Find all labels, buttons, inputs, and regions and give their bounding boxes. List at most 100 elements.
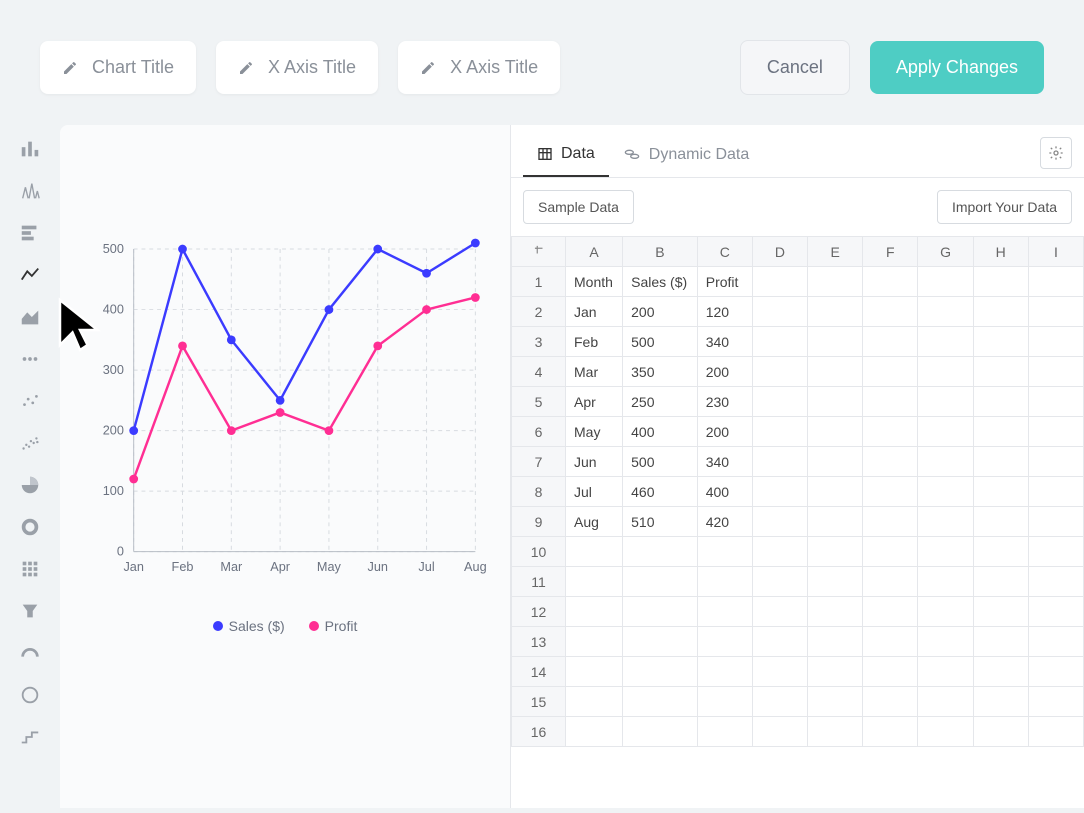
cell[interactable]: [808, 537, 863, 567]
cell[interactable]: [752, 627, 807, 657]
cell[interactable]: 420: [697, 507, 752, 537]
cell[interactable]: [863, 567, 918, 597]
cell[interactable]: [623, 627, 698, 657]
cell[interactable]: [752, 327, 807, 357]
row-header[interactable]: 2: [512, 297, 566, 327]
cell[interactable]: 340: [697, 447, 752, 477]
row-header[interactable]: 11: [512, 567, 566, 597]
cell[interactable]: [918, 657, 973, 687]
cell[interactable]: [697, 717, 752, 747]
cell[interactable]: [973, 327, 1028, 357]
cell[interactable]: [697, 657, 752, 687]
column-header[interactable]: E: [808, 237, 863, 267]
cell[interactable]: [973, 447, 1028, 477]
cell[interactable]: [752, 297, 807, 327]
column-header[interactable]: A: [566, 237, 623, 267]
circle-icon[interactable]: [16, 681, 44, 709]
cell[interactable]: 500: [623, 327, 698, 357]
cell[interactable]: [697, 627, 752, 657]
column-header[interactable]: D: [752, 237, 807, 267]
cell[interactable]: [863, 327, 918, 357]
sample-data-button[interactable]: Sample Data: [523, 190, 634, 224]
cell[interactable]: [1028, 537, 1083, 567]
cell[interactable]: May: [566, 417, 623, 447]
cell[interactable]: [697, 687, 752, 717]
cell[interactable]: [863, 597, 918, 627]
cell[interactable]: 510: [623, 507, 698, 537]
cell[interactable]: 400: [697, 477, 752, 507]
gauge-icon[interactable]: [16, 639, 44, 667]
cell[interactable]: [1028, 627, 1083, 657]
cell[interactable]: [752, 267, 807, 297]
cell[interactable]: 230: [697, 387, 752, 417]
line-chart-icon[interactable]: [16, 261, 44, 289]
cell[interactable]: [752, 657, 807, 687]
row-header[interactable]: 12: [512, 597, 566, 627]
column-header[interactable]: B: [623, 237, 698, 267]
cell[interactable]: [752, 387, 807, 417]
cell[interactable]: [697, 537, 752, 567]
column-header[interactable]: G: [918, 237, 973, 267]
cell[interactable]: [752, 447, 807, 477]
cell[interactable]: [808, 567, 863, 597]
funnel-icon[interactable]: [16, 597, 44, 625]
cell[interactable]: [863, 507, 918, 537]
cell[interactable]: [752, 507, 807, 537]
cell[interactable]: [918, 327, 973, 357]
cell[interactable]: [863, 297, 918, 327]
horizontal-bar-icon[interactable]: [16, 219, 44, 247]
cell[interactable]: [863, 477, 918, 507]
cell[interactable]: Mar: [566, 357, 623, 387]
row-header[interactable]: 5: [512, 387, 566, 417]
row-header[interactable]: 8: [512, 477, 566, 507]
row-header[interactable]: 14: [512, 657, 566, 687]
cell[interactable]: Aug: [566, 507, 623, 537]
cell[interactable]: [752, 597, 807, 627]
cell[interactable]: [918, 447, 973, 477]
cell[interactable]: [863, 417, 918, 447]
cell[interactable]: [1028, 267, 1083, 297]
cell[interactable]: [973, 567, 1028, 597]
cell[interactable]: [566, 657, 623, 687]
cell[interactable]: [623, 537, 698, 567]
donut-icon[interactable]: [16, 513, 44, 541]
scatter-icon[interactable]: [16, 429, 44, 457]
cell[interactable]: [752, 567, 807, 597]
cell[interactable]: 340: [697, 327, 752, 357]
x-axis-title-field-2[interactable]: X Axis Title: [398, 41, 560, 94]
cell[interactable]: [566, 627, 623, 657]
cell[interactable]: [566, 597, 623, 627]
cell[interactable]: [752, 417, 807, 447]
tab-data[interactable]: Data: [523, 135, 609, 177]
cell[interactable]: [808, 507, 863, 537]
cell[interactable]: [808, 657, 863, 687]
cell[interactable]: [808, 597, 863, 627]
cell[interactable]: [1028, 417, 1083, 447]
cell[interactable]: [973, 627, 1028, 657]
scatter-small-icon[interactable]: [16, 387, 44, 415]
cell[interactable]: [973, 267, 1028, 297]
steps-icon[interactable]: [16, 723, 44, 751]
cell[interactable]: [752, 357, 807, 387]
cell[interactable]: [863, 657, 918, 687]
cell[interactable]: [863, 717, 918, 747]
cell[interactable]: [808, 327, 863, 357]
cell[interactable]: [973, 687, 1028, 717]
row-header[interactable]: 10: [512, 537, 566, 567]
cell[interactable]: [623, 687, 698, 717]
cell[interactable]: [973, 597, 1028, 627]
tab-dynamic-data[interactable]: Dynamic Data: [609, 136, 763, 176]
cell[interactable]: Sales ($): [623, 267, 698, 297]
cell[interactable]: 200: [623, 297, 698, 327]
cell[interactable]: [1028, 657, 1083, 687]
cell[interactable]: Profit: [697, 267, 752, 297]
row-header[interactable]: 9: [512, 507, 566, 537]
row-header[interactable]: 6: [512, 417, 566, 447]
cell[interactable]: Jun: [566, 447, 623, 477]
cell[interactable]: [808, 267, 863, 297]
cell[interactable]: [808, 717, 863, 747]
column-header[interactable]: F: [863, 237, 918, 267]
chart-title-field[interactable]: Chart Title: [40, 41, 196, 94]
matrix-icon[interactable]: [16, 555, 44, 583]
pie-icon[interactable]: [16, 471, 44, 499]
